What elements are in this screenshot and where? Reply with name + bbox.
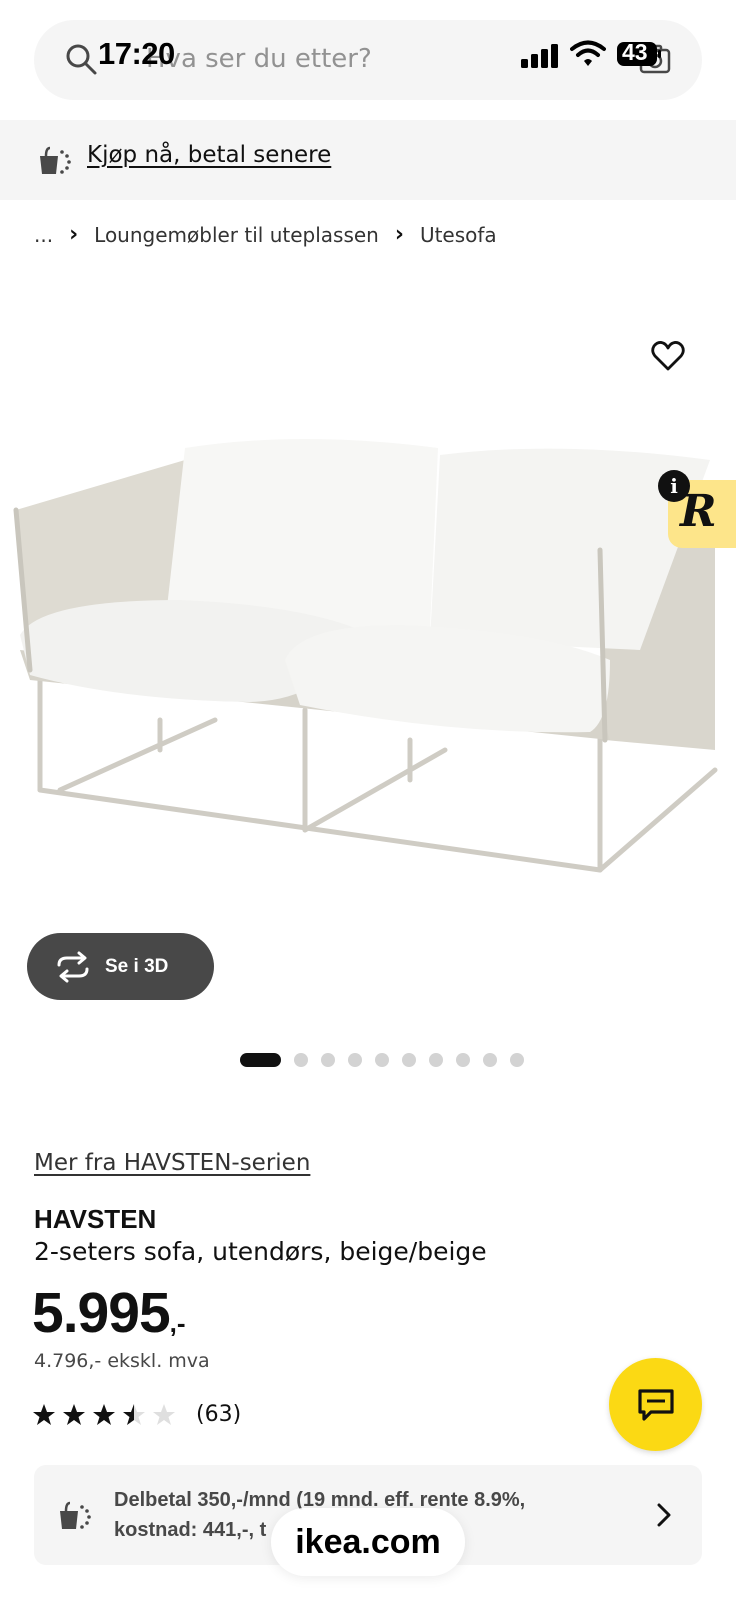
breadcrumb-item-lounge[interactable]: Loungemøbler til uteplassen [94, 223, 379, 247]
series-link[interactable]: Mer fra HAVSTEN-serien [34, 1150, 310, 1176]
search-input[interactable]: Hva ser du etter? [146, 44, 372, 74]
wifi-icon [570, 40, 606, 66]
carousel-dot[interactable] [321, 1053, 335, 1067]
status-time: 17:20 [98, 36, 175, 71]
carousel-dot[interactable] [402, 1053, 416, 1067]
carousel-dot[interactable] [348, 1053, 362, 1067]
star-icon [123, 1403, 145, 1425]
star-icon [153, 1403, 175, 1425]
chat-icon [638, 1389, 674, 1421]
heart-icon[interactable] [650, 338, 686, 374]
url-text: ikea.com [295, 1523, 441, 1561]
carousel-dot[interactable] [375, 1053, 389, 1067]
carousel-dot[interactable] [456, 1053, 470, 1067]
breadcrumb-ellipsis[interactable]: ... [34, 223, 53, 247]
review-count[interactable]: (63) [196, 1402, 241, 1427]
view-3d-button[interactable]: Se i 3D [27, 933, 214, 1000]
price-ex-vat: 4.796,- ekskl. mva [34, 1350, 210, 1372]
carousel-pagination[interactable] [240, 1053, 537, 1067]
chat-button[interactable] [609, 1358, 702, 1451]
breadcrumb-item-utesofa[interactable]: Utesofa [420, 223, 497, 247]
carousel-dot-active[interactable] [240, 1053, 281, 1067]
chevron-right-icon: › [394, 222, 404, 247]
star-icon [93, 1403, 115, 1425]
star-icon [33, 1403, 55, 1425]
battery-level: 43 [622, 39, 648, 65]
bnpl-bag-icon [40, 146, 71, 174]
bnpl-link[interactable]: Kjøp nå, betal senere [87, 142, 331, 168]
price-suffix: ,- [169, 1308, 186, 1338]
search-icon [66, 44, 97, 75]
star-icon [63, 1403, 85, 1425]
carousel-dot[interactable] [510, 1053, 524, 1067]
product-name: HAVSTEN [34, 1204, 157, 1234]
bnpl-bag-icon [60, 1501, 91, 1529]
chevron-right-icon [657, 1503, 671, 1527]
rotate-3d-icon [57, 951, 89, 982]
product-description: 2-seters sofa, utendørs, beige/beige [34, 1237, 487, 1266]
carousel-dot[interactable] [429, 1053, 443, 1067]
product-image[interactable] [0, 420, 736, 920]
signal-icon [521, 44, 558, 68]
breadcrumb: ... › Loungemøbler til uteplassen › Utes… [34, 222, 497, 247]
browser-url-bar[interactable]: ikea.com [271, 1508, 465, 1576]
rating[interactable]: (63) [32, 1402, 241, 1427]
carousel-dot[interactable] [483, 1053, 497, 1067]
chevron-right-icon: › [69, 222, 79, 247]
bnpl-banner[interactable]: Kjøp nå, betal senere [0, 120, 736, 200]
view-3d-label: Se i 3D [105, 955, 169, 977]
carousel-dot[interactable] [294, 1053, 308, 1067]
price: 5.995,- [32, 1280, 186, 1346]
info-icon[interactable]: i [658, 470, 690, 502]
price-main: 5.995 [32, 1281, 171, 1345]
